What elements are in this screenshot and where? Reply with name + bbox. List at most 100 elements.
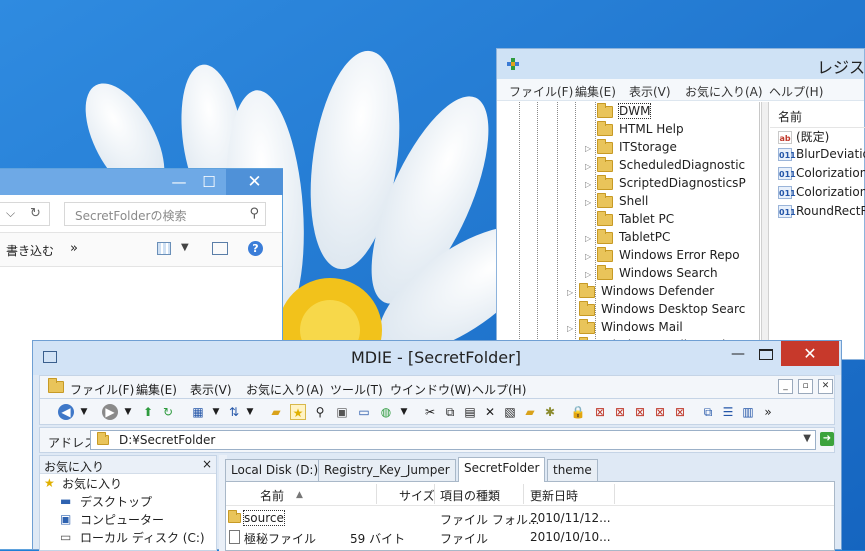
properties-icon[interactable]: ▧ (502, 404, 518, 420)
search-input[interactable]: SecretFolderの検索 ⚲ (64, 202, 266, 226)
menu-window[interactable]: ウインドウ(W) (390, 381, 471, 398)
regedit-titlebar[interactable]: レジス (497, 49, 865, 79)
history-icon[interactable]: ◍ (378, 404, 394, 420)
delete-icon[interactable]: ✕ (482, 404, 498, 420)
drive-icon[interactable]: ▭ (356, 404, 372, 420)
chevron-down-icon[interactable]: ▼ (208, 404, 224, 420)
registry-key-node[interactable]: Windows Desktop Searc (579, 300, 745, 320)
expand-arrow-icon[interactable]: ▷ (585, 252, 591, 261)
window-restore-icon[interactable] (43, 351, 57, 363)
menu-view[interactable]: 表示(V) (629, 83, 671, 100)
menu-favorites[interactable]: お気に入り(A) (246, 381, 324, 398)
column-header-size[interactable]: サイズ (399, 487, 435, 504)
cut-icon[interactable]: ✂ (422, 404, 438, 420)
menu-help[interactable]: ヘルプ(H) (472, 381, 526, 398)
registry-value-row[interactable]: ab (既定) (770, 128, 865, 147)
column-separator[interactable] (614, 484, 615, 504)
file-row[interactable]: 極秘ファイル 59 バイト ファイル 2010/10/10... (226, 527, 834, 547)
registry-key-node[interactable]: DWM (597, 102, 652, 122)
column-separator[interactable] (376, 484, 377, 504)
registry-value-row[interactable]: 011RoundRectRa (770, 204, 865, 223)
preview-pane-icon[interactable] (212, 242, 228, 255)
copy-icon[interactable]: ⧉ (442, 404, 458, 420)
maximize-button[interactable]: ☐ (194, 169, 224, 195)
mdi-minimize-button[interactable]: _ (778, 379, 793, 394)
thumbnail-icon[interactable]: ▣ (334, 404, 350, 420)
help-icon[interactable]: ? (248, 241, 263, 256)
folder-tab[interactable]: theme (547, 459, 598, 481)
cascade-windows-icon[interactable]: ⧉ (700, 404, 716, 420)
favorites-item[interactable]: ▬ デスクトップ (40, 492, 216, 510)
paste-icon[interactable]: ▤ (462, 404, 478, 420)
maximize-button[interactable] (753, 345, 779, 365)
column-header-name[interactable]: 名前 (260, 487, 284, 504)
registry-key-tree[interactable]: DWM HTML Help ▷ ITStorage ▷ ScheduledDiagnost… (505, 102, 760, 361)
menu-tools[interactable]: ツール(T) (330, 381, 383, 398)
close-other-tabs-icon[interactable]: ⊠ (672, 404, 688, 420)
explorer-titlebar[interactable]: — ☐ ✕ (0, 169, 283, 195)
chevron-down-icon[interactable]: ▼ (242, 404, 258, 420)
up-folder-icon[interactable]: ⬆ (140, 404, 156, 420)
more-commands-button[interactable]: » (70, 241, 78, 256)
file-row[interactable]: source ファイル フォル... 2010/11/12... (226, 508, 834, 528)
back-icon[interactable]: ◀ (58, 404, 74, 420)
refresh-icon[interactable]: ↻ (30, 206, 41, 221)
minimize-button[interactable]: — (164, 169, 194, 195)
registry-key-node[interactable]: ▷ Windows Error Repo (585, 246, 740, 266)
close-icon[interactable]: × (202, 457, 212, 471)
favorites-item[interactable]: ★ お気に入り (40, 474, 216, 492)
expand-arrow-icon[interactable]: ▷ (585, 162, 591, 171)
folder-tab[interactable]: SecretFolder (458, 457, 546, 482)
pane-splitter[interactable] (761, 102, 769, 361)
expand-arrow-icon[interactable]: ▷ (585, 270, 591, 279)
registry-key-node[interactable]: ▷ Shell (585, 192, 648, 212)
column-separator[interactable] (523, 484, 524, 504)
go-arrow-icon[interactable]: ➜ (820, 432, 834, 446)
column-separator[interactable] (434, 484, 435, 504)
column-header-name[interactable]: 名前 (770, 102, 865, 128)
tile-vertical-icon[interactable]: ▥ (740, 404, 756, 420)
close-button[interactable]: ✕ (226, 169, 283, 195)
chevron-down-icon[interactable]: ▼ (803, 433, 811, 444)
minimize-button[interactable]: — (725, 343, 751, 365)
menu-favorites[interactable]: お気に入り(A) (685, 83, 763, 100)
favorites-star-icon[interactable]: ★ (290, 404, 306, 420)
expand-arrow-icon[interactable]: ▷ (585, 180, 591, 189)
view-mode-icon[interactable]: ▦ (190, 404, 206, 420)
refresh-icon[interactable]: ↻ (160, 404, 176, 420)
chevron-down-icon[interactable]: ▼ (76, 404, 92, 420)
close-all-tabs-icon[interactable]: ⊠ (612, 404, 628, 420)
expand-arrow-icon[interactable]: ▷ (585, 198, 591, 207)
folder-tab[interactable]: Registry_Key_Jumper (318, 459, 456, 481)
registry-key-node[interactable]: HTML Help (597, 120, 684, 140)
registry-key-node[interactable]: ▷ Windows Defender (567, 282, 714, 302)
registry-value-row[interactable]: 011BlurDeviation (770, 147, 865, 166)
view-options-icon[interactable] (157, 242, 171, 255)
address-input[interactable]: D:¥SecretFolder ▼ (90, 430, 816, 450)
menu-help[interactable]: ヘルプ(H) (769, 83, 823, 100)
burn-button[interactable]: 書き込む (6, 242, 54, 259)
mdie-titlebar[interactable]: MDIE - [SecretFolder] — ✕ (33, 341, 841, 375)
close-button[interactable]: ✕ (781, 341, 839, 366)
chevron-down-icon[interactable]: ▼ (120, 404, 136, 420)
sort-icon[interactable]: ⇅ (226, 404, 242, 420)
registry-key-node[interactable]: ▷ ITStorage (585, 138, 677, 158)
column-header-type[interactable]: 項目の種類 (440, 487, 500, 504)
search-icon[interactable]: ⚲ (312, 404, 328, 420)
menu-view[interactable]: 表示(V) (190, 381, 232, 398)
folder-tab[interactable]: Local Disk (D:) (225, 459, 325, 481)
chevron-down-icon[interactable]: ▼ (181, 242, 189, 253)
registry-key-node[interactable]: ▷ ScheduledDiagnostic (585, 156, 745, 176)
folder-tree-icon[interactable]: ▰ (268, 404, 284, 420)
menu-file[interactable]: ファイル(F) (509, 83, 573, 100)
registry-value-row[interactable]: 011ColorizationE (770, 185, 865, 204)
favorites-item[interactable]: ▭ ローカル ディスク (C:) (40, 528, 216, 546)
chevron-down-icon[interactable]: ▼ (396, 404, 412, 420)
search-icon[interactable]: ⚲ (249, 206, 259, 221)
menu-edit[interactable]: 編集(E) (575, 83, 616, 100)
favorites-item[interactable]: ▣ コンピューター (40, 510, 216, 528)
address-bar[interactable]: ⌵ ↻ (0, 202, 50, 226)
bookmark-add-icon[interactable]: ✱ (542, 404, 558, 420)
tile-horizontal-icon[interactable]: ☰ (720, 404, 736, 420)
registry-value-row[interactable]: 011ColorizationE (770, 166, 865, 185)
